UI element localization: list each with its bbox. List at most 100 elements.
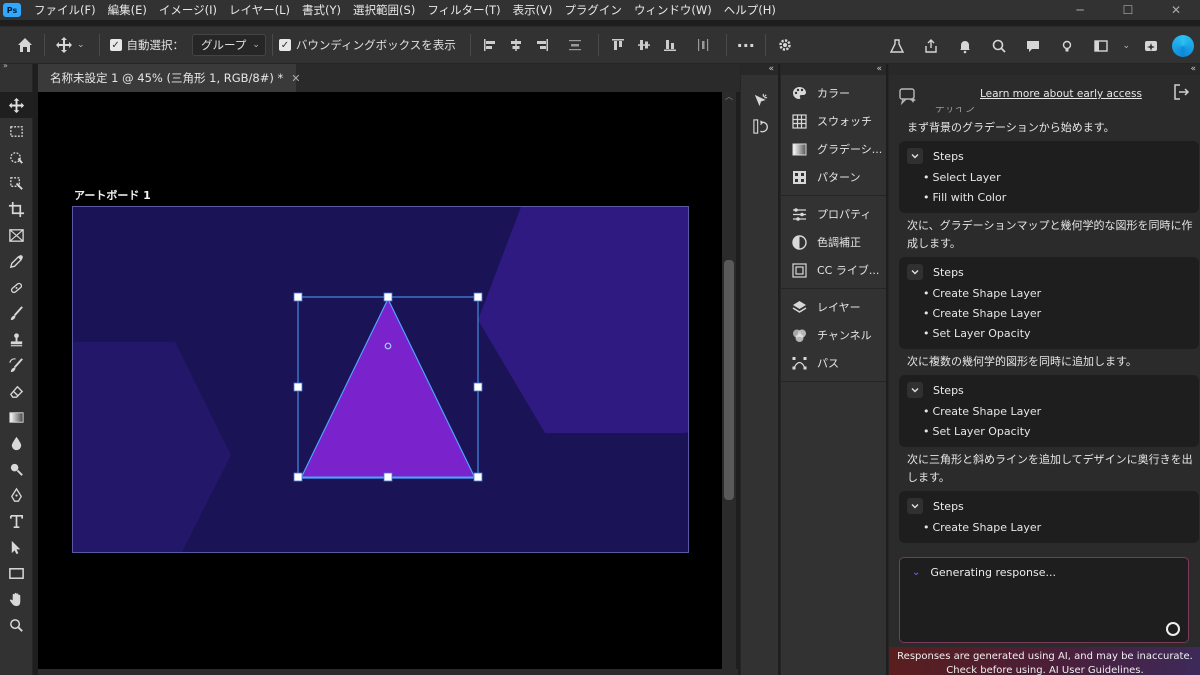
- align-bottom-icon[interactable]: [660, 35, 680, 55]
- menu-filter[interactable]: フィルター(T): [421, 0, 506, 20]
- home-icon[interactable]: [12, 32, 38, 58]
- marquee-tool-icon[interactable]: [0, 118, 33, 144]
- scroll-up-icon[interactable]: ︿: [722, 92, 736, 102]
- brush-tool-icon[interactable]: [0, 300, 33, 326]
- exit-panel-icon[interactable]: [1171, 82, 1191, 102]
- lightbulb-icon[interactable]: [1054, 33, 1080, 59]
- menu-type[interactable]: 書式(Y): [296, 0, 347, 20]
- collapse-arrows-icon[interactable]: «: [741, 64, 778, 75]
- gradient-tool-icon[interactable]: [0, 404, 33, 430]
- tool-preset-chevron-icon[interactable]: ⌄: [77, 40, 85, 50]
- panel-tab-layers[interactable]: レイヤー: [781, 293, 886, 321]
- avatar[interactable]: [1172, 35, 1194, 57]
- spot-healing-tool-icon[interactable]: [0, 274, 33, 300]
- move-tool-icon[interactable]: [0, 92, 33, 118]
- triangle-shape[interactable]: [300, 297, 476, 479]
- align-right-icon[interactable]: [532, 35, 552, 55]
- ai-chat-icon[interactable]: [898, 86, 918, 106]
- menu-plugins[interactable]: プラグイン: [558, 0, 628, 20]
- distribute-vertical-icon[interactable]: [565, 35, 585, 55]
- history-panel-icon[interactable]: [741, 87, 779, 113]
- collapse-arrows-icon[interactable]: «: [781, 64, 886, 75]
- hand-tool-icon[interactable]: [0, 586, 33, 612]
- frame-tool-icon[interactable]: [0, 222, 33, 248]
- panel-tab-swatches[interactable]: スウォッチ: [781, 107, 886, 135]
- chevron-down-icon[interactable]: ⌄: [912, 567, 920, 578]
- ai-conversation[interactable]: デザイン まず背景のグラデーションから始めます。 Steps Select La…: [899, 107, 1199, 597]
- artboard-label[interactable]: アートボード 1: [74, 187, 151, 203]
- canvas[interactable]: アートボード 1: [38, 92, 722, 669]
- steps-toggle[interactable]: Steps: [899, 495, 1199, 517]
- menu-edit[interactable]: 編集(E): [102, 0, 153, 20]
- panel-tab-gradients[interactable]: グラデーシ...: [781, 135, 886, 163]
- history-brush-tool-icon[interactable]: [0, 352, 33, 378]
- menu-file[interactable]: ファイル(F): [28, 0, 102, 20]
- eraser-tool-icon[interactable]: [0, 378, 33, 404]
- panel-tab-adjustments[interactable]: 色調補正: [781, 228, 886, 256]
- artboard[interactable]: [72, 206, 689, 553]
- close-icon[interactable]: ✕: [1152, 0, 1200, 20]
- chevron-down-icon[interactable]: ⌄: [1122, 41, 1130, 51]
- left-hexagon-shape[interactable]: [73, 342, 231, 553]
- step-item: Set Layer Opacity: [899, 323, 1199, 343]
- maximize-icon[interactable]: ☐: [1104, 0, 1152, 20]
- type-tool-icon[interactable]: [0, 508, 33, 534]
- object-selection-tool-icon[interactable]: [0, 144, 33, 170]
- scrollbar-thumb[interactable]: [724, 260, 734, 500]
- learn-more-link[interactable]: Learn more about early access: [980, 88, 1142, 100]
- eyedropper-tool-icon[interactable]: [0, 248, 33, 274]
- auto-select-checkbox[interactable]: ✓: [109, 39, 122, 51]
- pen-tool-icon[interactable]: [0, 482, 33, 508]
- minimize-icon[interactable]: ─: [1056, 0, 1104, 20]
- align-top-icon[interactable]: [608, 35, 628, 55]
- clone-stamp-tool-icon[interactable]: [0, 326, 33, 352]
- canvas-vertical-scrollbar[interactable]: ︿: [722, 92, 736, 669]
- quick-selection-tool-icon[interactable]: [0, 170, 33, 196]
- dodge-tool-icon[interactable]: [0, 456, 33, 482]
- share-icon[interactable]: [918, 33, 944, 59]
- actions-panel-icon[interactable]: [741, 113, 779, 139]
- workspace-layout-icon[interactable]: [1088, 33, 1114, 59]
- document-tab[interactable]: 名称未設定 1 @ 45% (三角形 1, RGB/8#) * ✕: [38, 64, 301, 92]
- distribute-horizontal-icon[interactable]: [693, 35, 713, 55]
- steps-toggle[interactable]: Steps: [899, 145, 1199, 167]
- menu-help[interactable]: ヘルプ(H): [718, 0, 782, 20]
- blur-tool-icon[interactable]: [0, 430, 33, 456]
- chat-feedback-icon[interactable]: [1020, 33, 1046, 59]
- bounding-box-checkbox[interactable]: ✓: [278, 39, 291, 51]
- search-icon[interactable]: [986, 33, 1012, 59]
- right-hexagon-shape[interactable]: [478, 207, 689, 433]
- close-icon[interactable]: ✕: [291, 72, 300, 85]
- auto-select-target-dropdown[interactable]: グループ ⌄: [192, 34, 266, 56]
- align-horizontal-center-icon[interactable]: [506, 35, 526, 55]
- panel-tab-cc-libraries[interactable]: CC ライブ...: [781, 256, 886, 284]
- steps-toggle[interactable]: Steps: [899, 261, 1199, 283]
- menu-image[interactable]: イメージ(I): [153, 0, 223, 20]
- align-vertical-center-icon[interactable]: [634, 35, 654, 55]
- menu-layer[interactable]: レイヤー(L): [223, 0, 296, 20]
- steps-toggle[interactable]: Steps: [899, 379, 1199, 401]
- gear-icon[interactable]: [772, 32, 798, 58]
- menu-view[interactable]: 表示(V): [507, 0, 559, 20]
- menu-select[interactable]: 選択範囲(S): [347, 0, 421, 20]
- stop-generating-icon[interactable]: [1166, 622, 1180, 636]
- crop-tool-icon[interactable]: [0, 196, 33, 222]
- align-left-icon[interactable]: [480, 35, 500, 55]
- rectangle-tool-icon[interactable]: [0, 560, 33, 586]
- panel-tab-patterns[interactable]: パターン: [781, 163, 886, 191]
- more-options-icon[interactable]: ···: [733, 32, 759, 58]
- panel-tab-color[interactable]: カラー: [781, 79, 886, 107]
- generative-ai-icon[interactable]: [1138, 33, 1164, 59]
- path-selection-tool-icon[interactable]: [0, 534, 33, 560]
- move-tool-icon[interactable]: [51, 32, 77, 58]
- panel-tab-channels[interactable]: チャンネル: [781, 321, 886, 349]
- notification-bell-icon[interactable]: [952, 33, 978, 59]
- menu-window[interactable]: ウィンドウ(W): [628, 0, 718, 20]
- auto-select-toggle[interactable]: ✓ 自動選択：: [109, 37, 184, 53]
- bounding-box-toggle[interactable]: ✓ バウンディングボックスを表示: [278, 37, 456, 53]
- panel-tab-properties[interactable]: プロパティ: [781, 200, 886, 228]
- flask-icon[interactable]: [884, 33, 910, 59]
- collapse-arrows-icon[interactable]: «: [889, 64, 1200, 75]
- panel-tab-paths[interactable]: パス: [781, 349, 886, 377]
- zoom-tool-icon[interactable]: [0, 612, 33, 638]
